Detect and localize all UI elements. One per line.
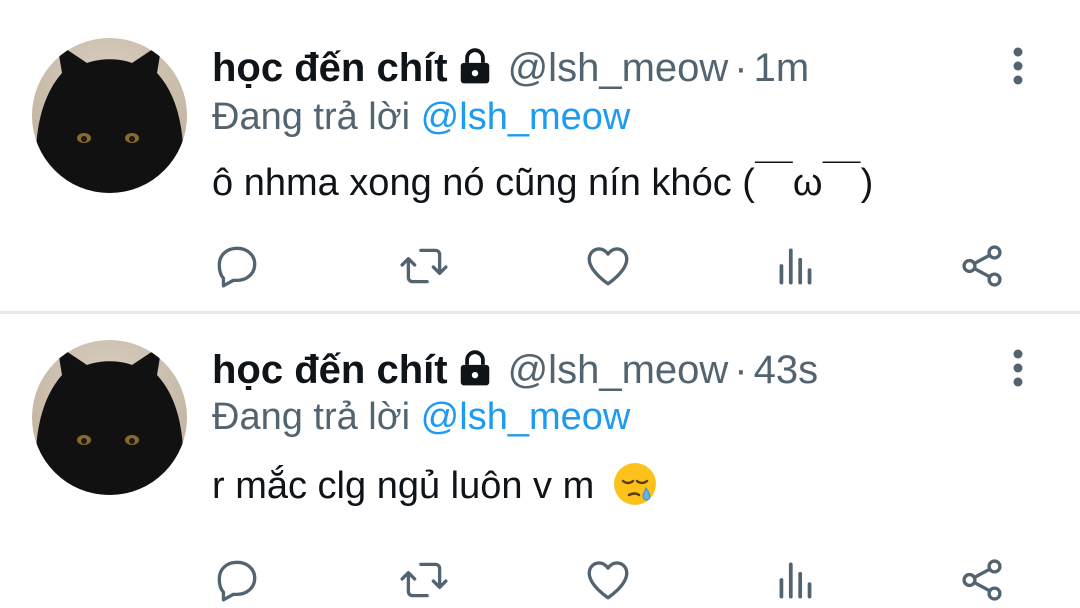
- black-cat-avatar-image: [35, 345, 184, 495]
- tweet-text: ô nhma xong nó cũng nín khóc (￣ω￣): [212, 162, 874, 204]
- more-options-icon[interactable]: [1004, 46, 1032, 86]
- black-cat-avatar-image: [35, 43, 184, 193]
- analytics-icon: [779, 562, 812, 599]
- tweet[interactable]: học đến chít @lsh_meow · 43s Đang trả lời @…: [0, 314, 1080, 608]
- share-icon: [962, 245, 1002, 287]
- tweet-header: học đến chít @lsh_meow · 1m: [212, 44, 809, 92]
- tweet[interactable]: học đến chít @lsh_meow · 1m Đang trả lời @l…: [0, 0, 1080, 314]
- lock-icon: [460, 48, 489, 84]
- sleepy-face-icon: [613, 463, 656, 505]
- reply-context: Đang trả lời @lsh_meow: [212, 394, 630, 440]
- tweet-text-row: r mắc clg ngủ luôn v m: [212, 460, 659, 509]
- reply-prefix: Đang trả lời: [212, 96, 411, 138]
- avatar[interactable]: [32, 340, 187, 495]
- reply-button[interactable]: [210, 554, 264, 606]
- retweet-button[interactable]: [397, 240, 451, 292]
- reply-icon: [217, 246, 257, 288]
- tweet-actions: [0, 554, 1080, 606]
- like-icon: [587, 561, 629, 600]
- share-button[interactable]: [955, 554, 1009, 606]
- reply-prefix: Đang trả lời: [212, 396, 411, 438]
- tweet-header: học đến chít @lsh_meow · 43s: [212, 346, 818, 394]
- more-options-icon[interactable]: [1004, 348, 1032, 388]
- timestamp[interactable]: 1m: [754, 46, 810, 90]
- retweet-button[interactable]: [397, 554, 451, 606]
- display-name[interactable]: học đến chít: [212, 46, 448, 90]
- reply-handle-link[interactable]: @lsh_meow: [421, 96, 631, 138]
- share-icon: [962, 559, 1002, 601]
- timestamp[interactable]: 43s: [754, 348, 819, 392]
- retweet-icon: [400, 248, 448, 284]
- avatar[interactable]: [32, 38, 187, 193]
- like-button[interactable]: [581, 240, 635, 292]
- tweet-actions: [0, 240, 1080, 292]
- reply-icon: [217, 560, 257, 602]
- handle[interactable]: @lsh_meow: [508, 46, 729, 90]
- display-name[interactable]: học đến chít: [212, 348, 448, 392]
- analytics-button[interactable]: [769, 240, 823, 292]
- like-button[interactable]: [581, 554, 635, 606]
- separator-dot: ·: [734, 348, 748, 392]
- reply-handle-link[interactable]: @lsh_meow: [421, 396, 631, 438]
- separator-dot: ·: [734, 46, 748, 90]
- analytics-button[interactable]: [769, 554, 823, 606]
- retweet-icon: [400, 562, 448, 598]
- handle[interactable]: @lsh_meow: [508, 348, 729, 392]
- analytics-icon: [779, 248, 812, 285]
- tweet-text: r mắc clg ngủ luôn v m: [212, 465, 595, 507]
- lock-icon: [460, 350, 489, 386]
- like-icon: [587, 247, 629, 286]
- share-button[interactable]: [955, 240, 1009, 292]
- reply-context: Đang trả lời @lsh_meow: [212, 94, 630, 140]
- reply-button[interactable]: [210, 240, 264, 292]
